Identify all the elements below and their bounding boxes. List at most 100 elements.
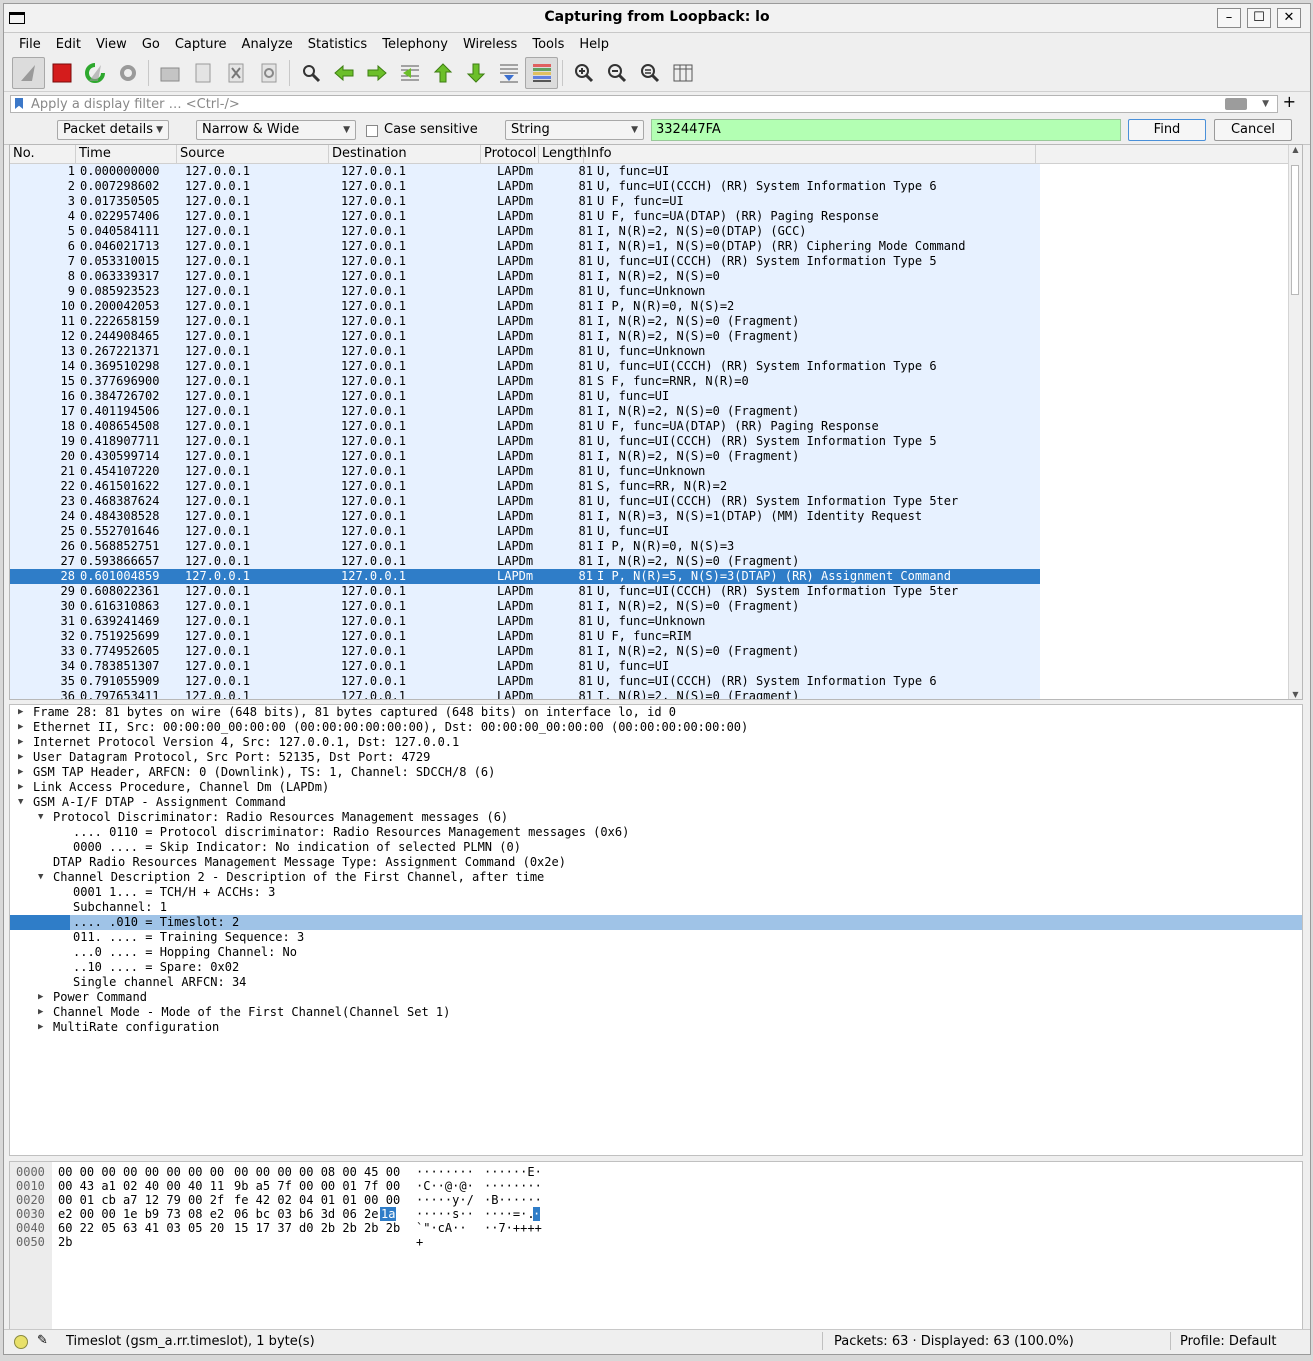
case-sensitive-checkbox[interactable] — [366, 125, 378, 137]
cancel-button[interactable]: Cancel — [1214, 119, 1292, 141]
detail-row[interactable]: ...0 .... = Hopping Channel: No — [10, 945, 1302, 960]
column-header-time[interactable]: Time — [76, 145, 177, 163]
packet-details-tree[interactable]: ▶ Frame 28: 81 bytes on wire (648 bits), … — [9, 704, 1303, 1156]
packet-row[interactable]: 23 0.468387624 127.0.0.1 127.0.0.1 LAPDm 81 U,… — [10, 494, 1040, 509]
packet-row[interactable]: 4 0.022957406 127.0.0.1 127.0.0.1 LAPDm 81 U F… — [10, 209, 1040, 224]
find-input[interactable]: 332447FA — [651, 119, 1121, 141]
column-header-length[interactable]: Length — [539, 145, 587, 163]
detail-row[interactable]: Subchannel: 1 — [10, 900, 1302, 915]
detail-row[interactable]: ▶ Ethernet II, Src: 00:00:00_00:00:00 (00… — [10, 720, 1302, 735]
detail-row[interactable]: ▶ MultiRate configuration — [10, 1020, 1302, 1035]
tree-collapsed-icon[interactable]: ▶ — [18, 765, 28, 780]
tree-collapsed-icon[interactable]: ▶ — [18, 720, 28, 735]
packet-row[interactable]: 20 0.430599714 127.0.0.1 127.0.0.1 LAPDm 81 I,… — [10, 449, 1040, 464]
menu-statistics[interactable]: Statistics — [299, 37, 373, 52]
detail-row[interactable]: ▶ Power Command — [10, 990, 1302, 1005]
zoom-out-button[interactable] — [600, 57, 633, 89]
detail-row[interactable]: 011. .... = Training Sequence: 3 — [10, 930, 1302, 945]
packet-row[interactable]: 5 0.040584111 127.0.0.1 127.0.0.1 LAPDm 81 I, … — [10, 224, 1040, 239]
packet-row[interactable]: 7 0.053310015 127.0.0.1 127.0.0.1 LAPDm 81 U, … — [10, 254, 1040, 269]
tree-expanded-icon[interactable]: ▼ — [38, 870, 48, 885]
find-type-select[interactable]: String ▼ — [505, 120, 644, 140]
packet-row[interactable]: 34 0.783851307 127.0.0.1 127.0.0.1 LAPDm 81 U,… — [10, 659, 1040, 674]
find-button[interactable]: Find — [1128, 119, 1206, 141]
go-first-button[interactable] — [426, 57, 459, 89]
detail-row[interactable]: ▶ Internet Protocol Version 4, Src: 127.0… — [10, 735, 1302, 750]
detail-row[interactable]: ▶ Channel Mode - Mode of the First Channe… — [10, 1005, 1302, 1020]
menu-go[interactable]: Go — [133, 37, 166, 52]
packet-row[interactable]: 22 0.461501622 127.0.0.1 127.0.0.1 LAPDm 81 S,… — [10, 479, 1040, 494]
packet-row[interactable]: 33 0.774952605 127.0.0.1 127.0.0.1 LAPDm 81 I,… — [10, 644, 1040, 659]
packet-bytes-pane[interactable]: 0000 00 00 00 00 00 00 00 00 00 00 00 00 0… — [9, 1161, 1303, 1330]
add-filter-button-icon[interactable]: + — [1283, 94, 1296, 110]
column-header-info[interactable]: Info — [584, 145, 1036, 163]
packet-row[interactable]: 21 0.454107220 127.0.0.1 127.0.0.1 LAPDm 81 U,… — [10, 464, 1040, 479]
tree-expanded-icon[interactable]: ▼ — [18, 795, 28, 810]
packet-row[interactable]: 15 0.377696900 127.0.0.1 127.0.0.1 LAPDm 81 S … — [10, 374, 1040, 389]
menu-file[interactable]: File — [10, 37, 47, 52]
stop-capture-button[interactable] — [45, 57, 78, 89]
packet-row[interactable]: 11 0.222658159 127.0.0.1 127.0.0.1 LAPDm 81 I,… — [10, 314, 1040, 329]
detail-row[interactable]: DTAP Radio Resources Management Message … — [10, 855, 1302, 870]
apply-filter-arrow-icon[interactable] — [1225, 98, 1247, 110]
colorize-button[interactable] — [525, 57, 558, 89]
filter-history-dropdown-icon[interactable]: ▼ — [1262, 99, 1269, 109]
find-scope-select[interactable]: Packet details ▼ — [57, 120, 169, 140]
menu-telephony[interactable]: Telephony — [373, 37, 454, 52]
expert-info-icon[interactable] — [14, 1335, 28, 1349]
detail-row[interactable]: 0000 .... = Skip Indicator: No indicatio… — [10, 840, 1302, 855]
packet-row[interactable]: 36 0.797653411 127.0.0.1 127.0.0.1 LAPDm 81 I,… — [10, 689, 1040, 699]
go-last-button[interactable] — [459, 57, 492, 89]
close-file-button[interactable] — [219, 57, 252, 89]
detail-row[interactable]: 0001 1... = TCH/H + ACCHs: 3 — [10, 885, 1302, 900]
packet-list-scrollbar[interactable]: ▲ ▼ — [1288, 145, 1302, 699]
column-header-destination[interactable]: Destination — [329, 145, 481, 163]
packet-row[interactable]: 3 0.017350505 127.0.0.1 127.0.0.1 LAPDm 81 U F… — [10, 194, 1040, 209]
scroll-up-icon[interactable]: ▲ — [1289, 145, 1302, 154]
tree-collapsed-icon[interactable]: ▶ — [38, 1020, 48, 1035]
menu-analyze[interactable]: Analyze — [233, 37, 299, 52]
detail-row[interactable]: ..10 .... = Spare: 0x02 — [10, 960, 1302, 975]
packet-row-selected[interactable]: 28 0.601004859 127.0.0.1 127.0.0.1 LAPDm 81 I … — [10, 569, 1040, 584]
packet-row[interactable]: 8 0.063339317 127.0.0.1 127.0.0.1 LAPDm 81 I, … — [10, 269, 1040, 284]
tree-collapsed-icon[interactable]: ▶ — [18, 750, 28, 765]
packet-row[interactable]: 17 0.401194506 127.0.0.1 127.0.0.1 LAPDm 81 I,… — [10, 404, 1040, 419]
detail-row[interactable]: ▶ User Datagram Protocol, Src Port: 52135… — [10, 750, 1302, 765]
resize-columns-button[interactable] — [666, 57, 699, 89]
tree-collapsed-icon[interactable]: ▶ — [18, 705, 28, 720]
go-to-packet-button[interactable] — [393, 57, 426, 89]
detail-row-selected[interactable]: .... .010 = Timeslot: 2 — [10, 915, 1302, 930]
column-header-source[interactable]: Source — [177, 145, 329, 163]
tree-collapsed-icon[interactable]: ▶ — [18, 780, 28, 795]
detail-row[interactable]: ▶ GSM TAP Header, ARFCN: 0 (Downlink), TS… — [10, 765, 1302, 780]
detail-row[interactable]: ▼ Channel Description 2 - Description of … — [10, 870, 1302, 885]
menu-edit[interactable]: Edit — [47, 37, 87, 52]
packet-row[interactable]: 18 0.408654508 127.0.0.1 127.0.0.1 LAPDm 81 U … — [10, 419, 1040, 434]
start-capture-button[interactable] — [12, 57, 45, 89]
display-filter-input[interactable]: Apply a display filter … <Ctrl-/> ▼ — [10, 95, 1278, 113]
zoom-in-button[interactable] — [567, 57, 600, 89]
tree-collapsed-icon[interactable]: ▶ — [38, 1005, 48, 1020]
status-profile[interactable]: Profile: Default — [1180, 1334, 1276, 1349]
packet-row[interactable]: 30 0.616310863 127.0.0.1 127.0.0.1 LAPDm 81 I,… — [10, 599, 1040, 614]
packet-row[interactable]: 2 0.007298602 127.0.0.1 127.0.0.1 LAPDm 81 U, … — [10, 179, 1040, 194]
reload-file-button[interactable] — [252, 57, 285, 89]
packet-row[interactable]: 16 0.384726702 127.0.0.1 127.0.0.1 LAPDm 81 U,… — [10, 389, 1040, 404]
zoom-reset-button[interactable] — [633, 57, 666, 89]
scrollbar-thumb[interactable] — [1291, 165, 1299, 295]
edit-comment-icon[interactable]: ✎ — [37, 1333, 48, 1348]
packet-row[interactable]: 27 0.593866657 127.0.0.1 127.0.0.1 LAPDm 81 I,… — [10, 554, 1040, 569]
packet-row[interactable]: 6 0.046021713 127.0.0.1 127.0.0.1 LAPDm 81 I, … — [10, 239, 1040, 254]
tree-expanded-icon[interactable]: ▼ — [38, 810, 48, 825]
bookmark-icon[interactable] — [15, 98, 23, 109]
packet-row[interactable]: 10 0.200042053 127.0.0.1 127.0.0.1 LAPDm 81 I … — [10, 299, 1040, 314]
save-file-button[interactable] — [186, 57, 219, 89]
packet-row[interactable]: 14 0.369510298 127.0.0.1 127.0.0.1 LAPDm 81 U,… — [10, 359, 1040, 374]
packet-row[interactable]: 35 0.791055909 127.0.0.1 127.0.0.1 LAPDm 81 U,… — [10, 674, 1040, 689]
column-header-protocol[interactable]: Protocol — [481, 145, 539, 163]
detail-row[interactable]: ▼ GSM A-I/F DTAP - Assignment Command — [10, 795, 1302, 810]
menu-view[interactable]: View — [87, 37, 133, 52]
menu-help[interactable]: Help — [570, 37, 615, 52]
packet-row[interactable]: 26 0.568852751 127.0.0.1 127.0.0.1 LAPDm 81 I … — [10, 539, 1040, 554]
autoscroll-button[interactable] — [492, 57, 525, 89]
